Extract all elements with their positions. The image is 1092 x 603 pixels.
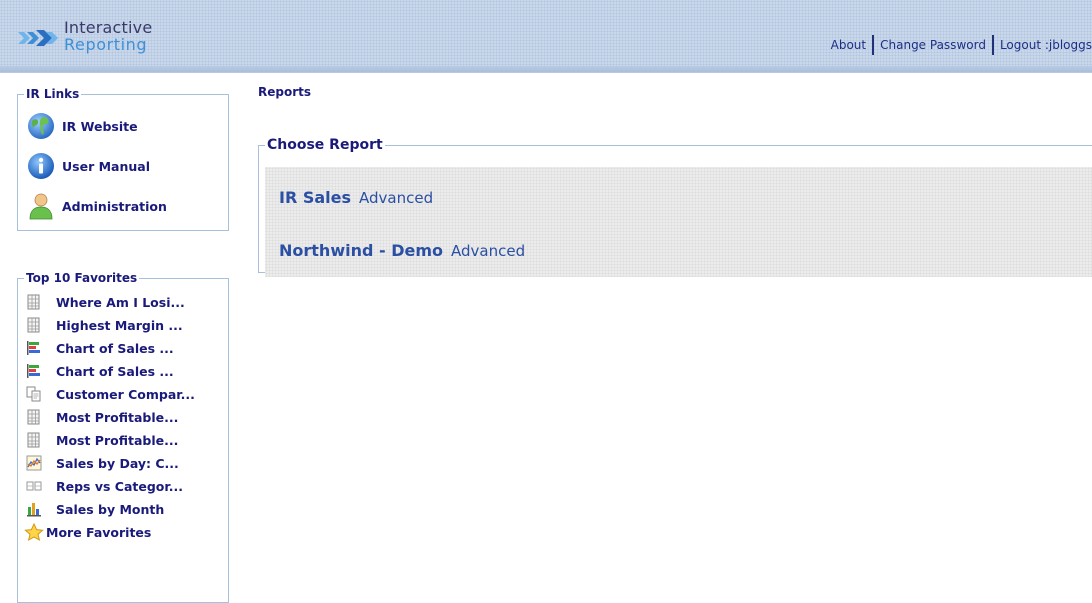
favorite-label: Where Am I Losi... [56, 294, 185, 310]
about-link[interactable]: About [831, 38, 866, 52]
favorite-label: Chart of Sales ... [56, 340, 174, 356]
report-row: Northwind - Demo Advanced [279, 241, 525, 265]
star-icon [24, 522, 44, 541]
grid-report-icon [26, 409, 42, 425]
administration-label: Administration [62, 198, 167, 214]
favorite-item[interactable]: Sales by Month [26, 499, 164, 519]
ir-links-title: IR Links [26, 87, 80, 101]
user-manual-label: User Manual [62, 158, 150, 174]
line-chart-icon [26, 455, 42, 471]
favorite-item[interactable]: Most Profitable... [26, 407, 178, 427]
favorite-label: Most Profitable... [56, 432, 179, 448]
favorite-item[interactable]: Chart of Sales ... [26, 338, 174, 358]
favorites-title: Top 10 Favorites [26, 271, 138, 285]
report-name-link[interactable]: Northwind - Demo [279, 241, 443, 260]
app-header: Interactive Reporting About Change Passw… [0, 0, 1092, 73]
grid-report-icon [26, 432, 42, 448]
logo-arrows-icon [18, 30, 58, 46]
ir-website-label: IR Website [62, 118, 138, 134]
top-nav: About Change Password Logout :jbloggs [831, 34, 1092, 56]
choose-report-title: Choose Report [267, 137, 383, 153]
page-title: Reports [258, 85, 312, 99]
favorite-label: Sales by Month [56, 501, 165, 517]
column-chart-icon [26, 501, 42, 517]
favorites-panel: Top 10 Favorites Where Am I Losi... High… [17, 271, 229, 603]
report-name-link[interactable]: IR Sales [279, 188, 351, 207]
administration-link[interactable]: Administration [26, 191, 167, 221]
app-logo[interactable]: Interactive Reporting [18, 18, 188, 58]
report-advanced-link[interactable]: Advanced [451, 242, 525, 260]
user-icon [26, 191, 58, 221]
bar-chart-icon [26, 363, 42, 379]
favorite-item[interactable]: Reps vs Categor... [26, 476, 183, 496]
nav-divider [991, 35, 994, 55]
bar-chart-icon [26, 340, 42, 356]
user-manual-link[interactable]: User Manual [26, 151, 150, 181]
favorite-label: Sales by Day: C... [56, 455, 179, 471]
favorite-item[interactable]: Most Profitable... [26, 430, 178, 450]
info-icon [26, 151, 58, 181]
nav-divider [872, 35, 875, 55]
documents-icon [26, 386, 42, 402]
logout-link[interactable]: Logout :jbloggs [1000, 38, 1092, 52]
favorite-label: Highest Margin ... [56, 317, 183, 333]
favorite-item[interactable]: Chart of Sales ... [26, 361, 174, 381]
grid-report-icon [26, 294, 42, 310]
grid-report-icon [26, 317, 42, 333]
report-list: IR Sales Advanced Northwind - Demo Advan… [265, 167, 1092, 277]
favorite-item[interactable]: Highest Margin ... [26, 315, 183, 335]
favorite-item[interactable]: Where Am I Losi... [26, 292, 185, 312]
favorite-label: Reps vs Categor... [56, 478, 184, 494]
choose-report-panel: Choose Report IR Sales Advanced Northwin… [258, 137, 1092, 277]
favorite-label: Customer Compar... [56, 386, 195, 402]
ir-links-panel: IR Links IR Website User Manual Administ… [17, 87, 229, 231]
favorite-label: Most Profitable... [56, 409, 179, 425]
crosstab-icon [26, 478, 42, 494]
favorite-item[interactable]: Sales by Day: C... [26, 453, 179, 473]
more-favorites-link[interactable]: More Favorites [24, 522, 151, 542]
report-row: IR Sales Advanced [279, 188, 433, 212]
logo-text-reporting: Reporting [64, 35, 148, 54]
report-advanced-link[interactable]: Advanced [359, 189, 433, 207]
more-favorites-label: More Favorites [46, 524, 152, 540]
change-password-link[interactable]: Change Password [880, 38, 986, 52]
ir-website-link[interactable]: IR Website [26, 111, 138, 141]
globe-icon [26, 111, 58, 141]
favorite-item[interactable]: Customer Compar... [26, 384, 195, 404]
favorite-label: Chart of Sales ... [56, 363, 174, 379]
